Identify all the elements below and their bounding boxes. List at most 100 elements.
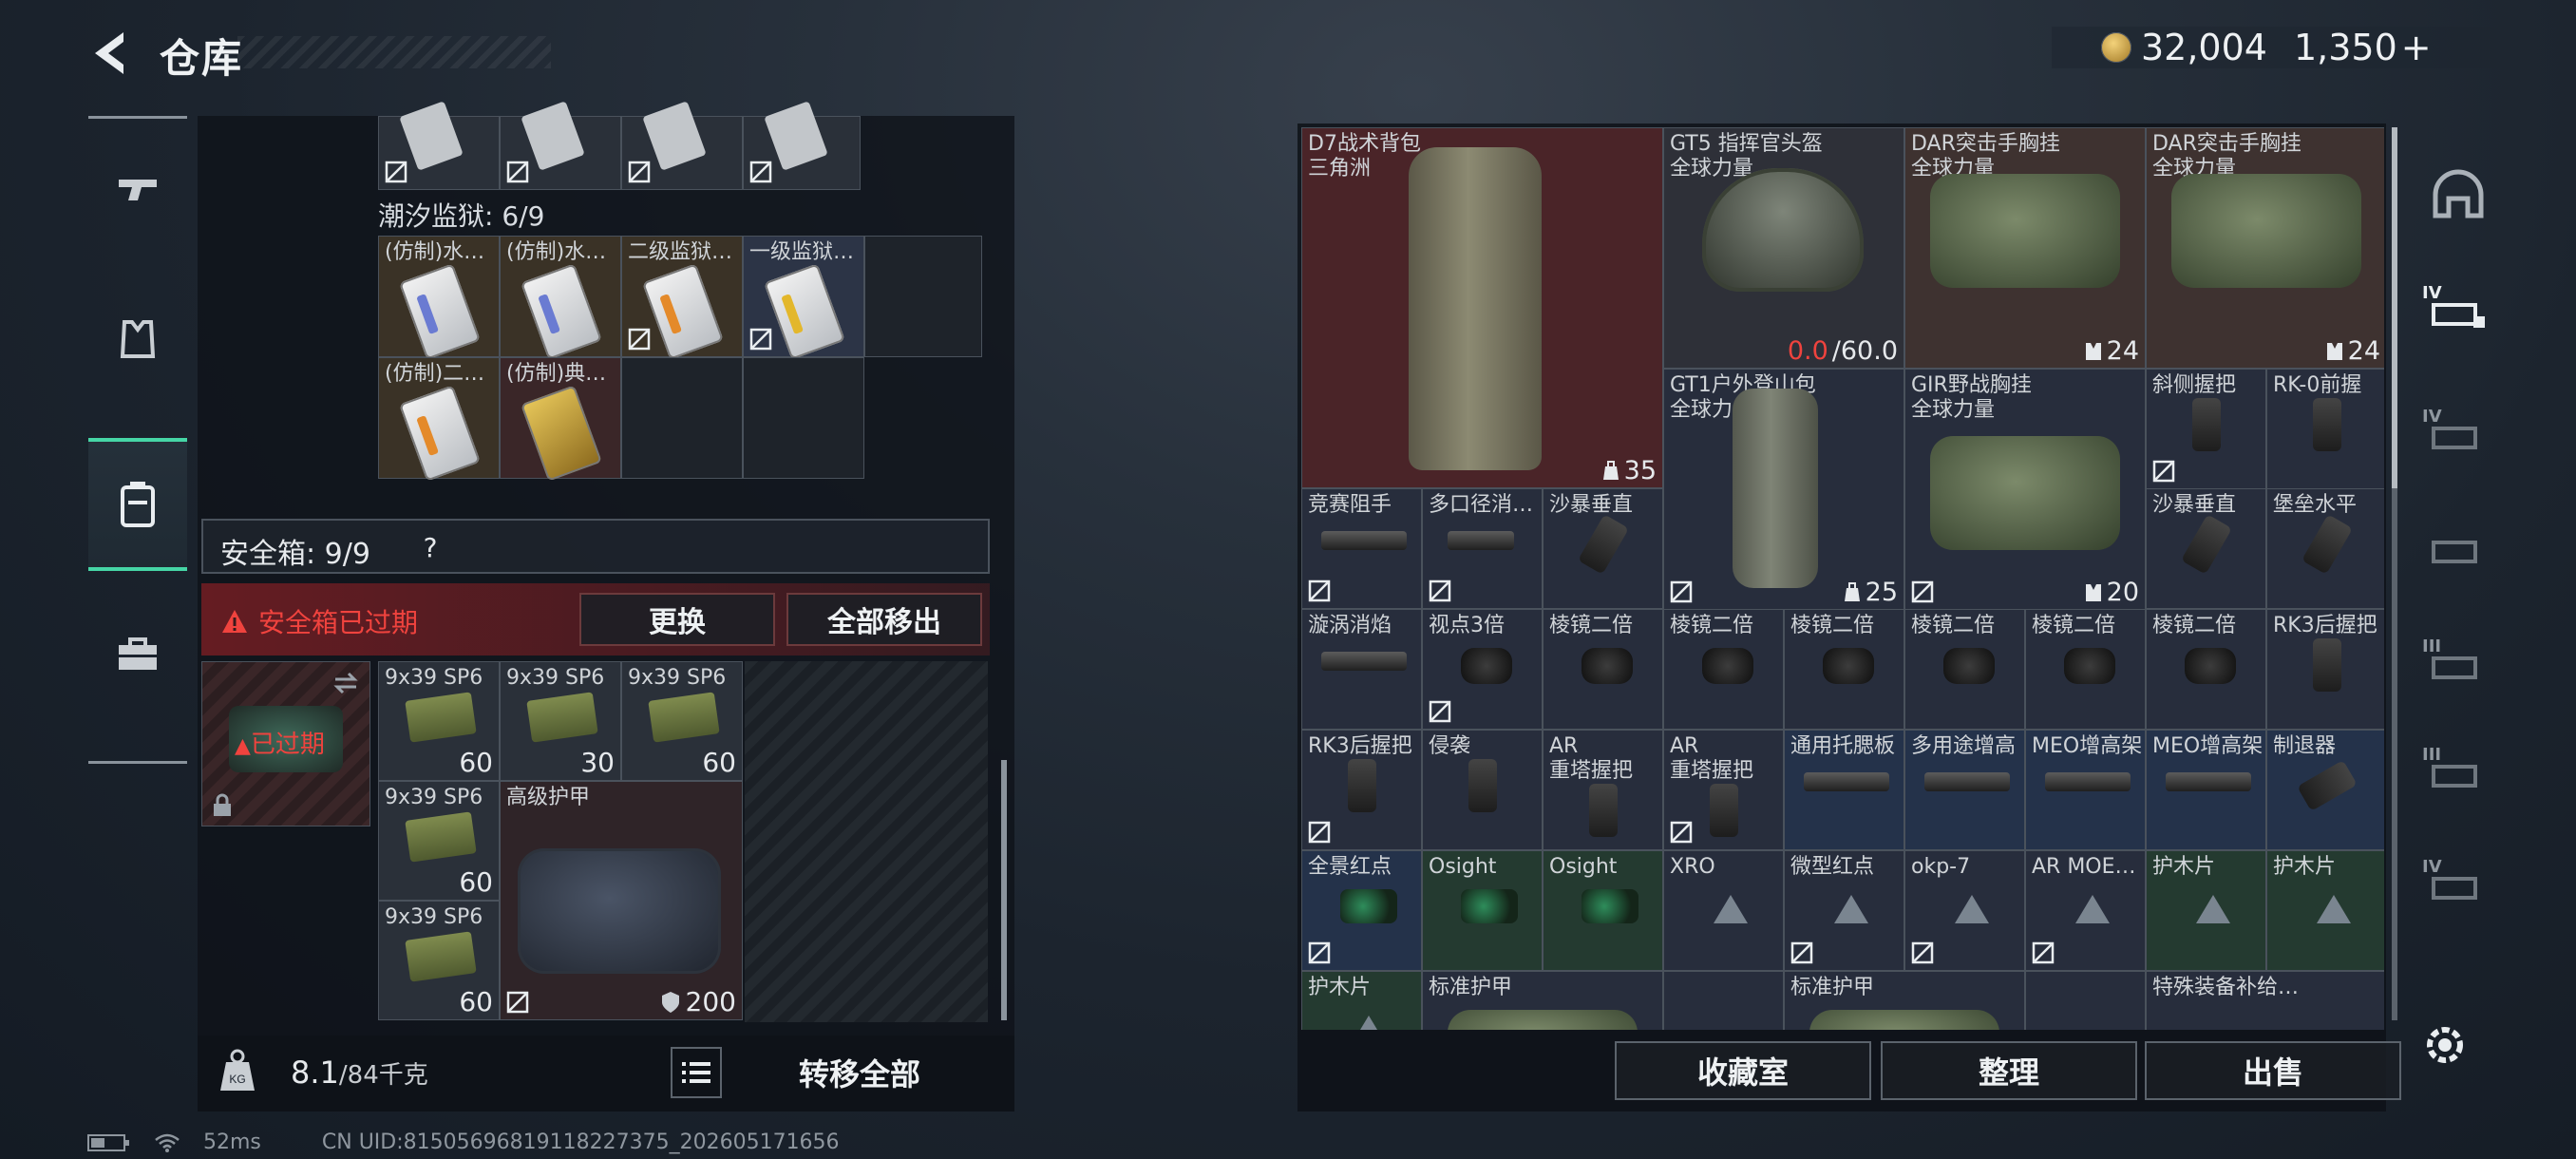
loot-item[interactable]: D7战术背包 三角洲 35 — [1301, 127, 1663, 488]
keycard-item[interactable]: (仿制)水… — [378, 236, 500, 360]
sidebar-armor-tab[interactable] — [88, 273, 187, 406]
loot-item[interactable]: 棱镜二倍 — [2025, 609, 2146, 730]
loot-item[interactable]: 制退器 — [2266, 730, 2384, 850]
stash-item[interactable] — [500, 101, 621, 190]
sidebar-weapon-tab[interactable] — [88, 124, 187, 257]
ammo-item[interactable]: 9x39 SP6 60 — [621, 661, 743, 781]
loot-item[interactable] — [2025, 971, 2146, 1030]
red-dot-icon — [1340, 889, 1397, 923]
loot-item[interactable]: AR MOE… — [2025, 850, 2146, 971]
loot-item[interactable]: RK3后握把 — [1301, 730, 1422, 850]
armor-item[interactable]: 高级护甲 200 — [500, 781, 743, 1020]
rail-tier-tab[interactable]: IV — [2420, 855, 2496, 922]
loot-item[interactable]: 棱镜二倍 — [1543, 609, 1663, 730]
loot-item[interactable]: 微型红点 — [1784, 850, 1904, 971]
loot-item[interactable]: 多口径消… — [1422, 488, 1543, 609]
loot-item[interactable]: GIR野战胸挂 全球力量 20 — [1904, 369, 2146, 610]
ammo-item[interactable]: 9x39 SP6 60 — [378, 781, 500, 901]
loot-item[interactable]: GT1户外登山包 全球力量 25 — [1663, 369, 1904, 610]
loot-item[interactable]: 护木片 — [2146, 850, 2266, 971]
rail-helmet-tab[interactable] — [2420, 162, 2496, 228]
back-arrow-icon[interactable] — [85, 27, 139, 80]
move-all-out-button[interactable]: 全部移出 — [786, 593, 982, 646]
empty-slot[interactable] — [864, 236, 982, 357]
stash-item[interactable] — [378, 101, 500, 190]
stash-item[interactable] — [621, 101, 743, 190]
keycard-item[interactable]: 一级监狱… — [743, 236, 864, 360]
loot-item[interactable]: Osight — [1422, 850, 1543, 971]
loot-item[interactable]: 沙暴垂直 — [1543, 488, 1663, 609]
loot-item[interactable]: XRO — [1663, 850, 1784, 971]
loot-item[interactable]: GT5 指挥官头盔 全球力量 0.0/60.0 — [1663, 127, 1904, 369]
item-name: 标准护甲 — [1429, 976, 1513, 999]
loot-item[interactable]: 侵袭 — [1422, 730, 1543, 850]
sidebar-safebox-tab[interactable] — [88, 438, 187, 571]
loot-item[interactable]: AR 重塔握把 — [1663, 730, 1784, 850]
loot-item[interactable]: 沙暴垂直 — [2146, 488, 2266, 609]
sort-button[interactable]: 整理 — [1881, 1041, 2137, 1100]
rail-tier-tab[interactable]: IV — [2420, 281, 2496, 348]
loot-item[interactable]: AR 重塔握把 — [1543, 730, 1663, 850]
loot-item[interactable]: 护木片 — [2266, 850, 2384, 971]
sidebar-toolbox-tab[interactable] — [88, 588, 187, 721]
loot-item[interactable]: 标准护甲 — [1784, 971, 2025, 1030]
loot-item[interactable]: 斜侧握把 — [2146, 369, 2266, 489]
item-subname: 重塔握把 — [1549, 759, 1634, 783]
replace-button[interactable]: 更换 — [579, 593, 775, 646]
safe-box-item[interactable]: ▲已过期 — [201, 661, 370, 826]
rail-tier-tab[interactable] — [2420, 519, 2496, 585]
loot-item[interactable]: RK3后握把 — [2266, 609, 2384, 730]
stash-scrollbar[interactable] — [1001, 760, 1007, 1020]
gold-plus-button[interactable]: + — [2401, 27, 2432, 68]
loot-item[interactable]: 棱镜二倍 — [2146, 609, 2266, 730]
loot-item[interactable]: MEO增高架 — [2146, 730, 2266, 850]
loot-item[interactable]: 竞赛阻手 — [1301, 488, 1422, 609]
rig-capacity-icon — [2085, 583, 2101, 601]
loot-item[interactable]: 标准护甲 — [1422, 971, 1663, 1030]
loot-item[interactable]: Osight — [1543, 850, 1663, 971]
stash-item[interactable] — [743, 101, 861, 190]
loot-item[interactable]: 特殊装备补给… — [2146, 971, 2384, 1030]
loot-item[interactable]: DAR突击手胸挂 全球力量 24 — [2146, 127, 2384, 369]
loot-item[interactable]: 漩涡消焰 — [1301, 609, 1422, 730]
ammo-item[interactable]: 9x39 SP6 30 — [500, 661, 621, 781]
loot-item[interactable]: 护木片 — [1301, 971, 1422, 1030]
collection-room-button[interactable]: 收藏室 — [1615, 1041, 1871, 1100]
loot-item[interactable]: 通用托腮板 — [1784, 730, 1904, 850]
ammo-item[interactable]: 9x39 SP6 60 — [378, 901, 500, 1020]
loot-item[interactable]: 多用途增高 — [1904, 730, 2025, 850]
rail-tier-tab[interactable]: III — [2420, 743, 2496, 809]
ammo-item[interactable]: 9x39 SP6 60 — [378, 661, 500, 781]
gear-icon[interactable] — [2420, 1020, 2470, 1070]
keycard-item[interactable]: (仿制)二… — [378, 357, 500, 482]
loot-item[interactable]: 全景红点 — [1301, 850, 1422, 971]
loot-item[interactable] — [1663, 971, 1784, 1030]
item-count: 30 — [580, 747, 615, 778]
loot-item[interactable]: okp-7 — [1904, 850, 2025, 971]
help-button[interactable]: ? — [414, 530, 446, 564]
empty-slot[interactable] — [621, 357, 743, 479]
weight-icon: KG — [220, 1049, 255, 1091]
loot-item[interactable]: DAR突击手胸挂 全球力量 24 — [1904, 127, 2146, 369]
loot-item[interactable]: MEO增高架 — [2025, 730, 2146, 850]
wifi-icon — [155, 1133, 180, 1152]
list-view-button[interactable] — [671, 1047, 722, 1098]
loot-item[interactable]: 视点3倍 — [1422, 609, 1543, 730]
item-name: 全景红点 — [1308, 855, 1392, 879]
rail-tier-tab[interactable]: III — [2420, 635, 2496, 701]
keycard-item[interactable]: (仿制)典… — [500, 357, 621, 482]
loot-item[interactable]: 棱镜二倍 — [1784, 609, 1904, 730]
transfer-all-button[interactable]: 转移全部 — [735, 1047, 984, 1098]
item-name: 9x39 SP6 — [385, 905, 483, 929]
loot-scrollbar-thumb[interactable] — [2392, 127, 2397, 488]
loot-item[interactable]: 棱镜二倍 — [1904, 609, 2025, 730]
left-sidebar — [88, 116, 187, 764]
keycard-item[interactable]: (仿制)水… — [500, 236, 621, 360]
keycard-item[interactable]: 二级监狱… — [621, 236, 743, 360]
rail-tier-tab[interactable]: IV — [2420, 405, 2496, 471]
sell-button[interactable]: 出售 — [2145, 1041, 2401, 1100]
loot-item[interactable]: 棱镜二倍 — [1663, 609, 1784, 730]
empty-slot[interactable] — [743, 357, 864, 479]
loot-item[interactable]: RK-0前握 — [2266, 369, 2384, 489]
loot-item[interactable]: 堡垒水平 — [2266, 488, 2384, 609]
